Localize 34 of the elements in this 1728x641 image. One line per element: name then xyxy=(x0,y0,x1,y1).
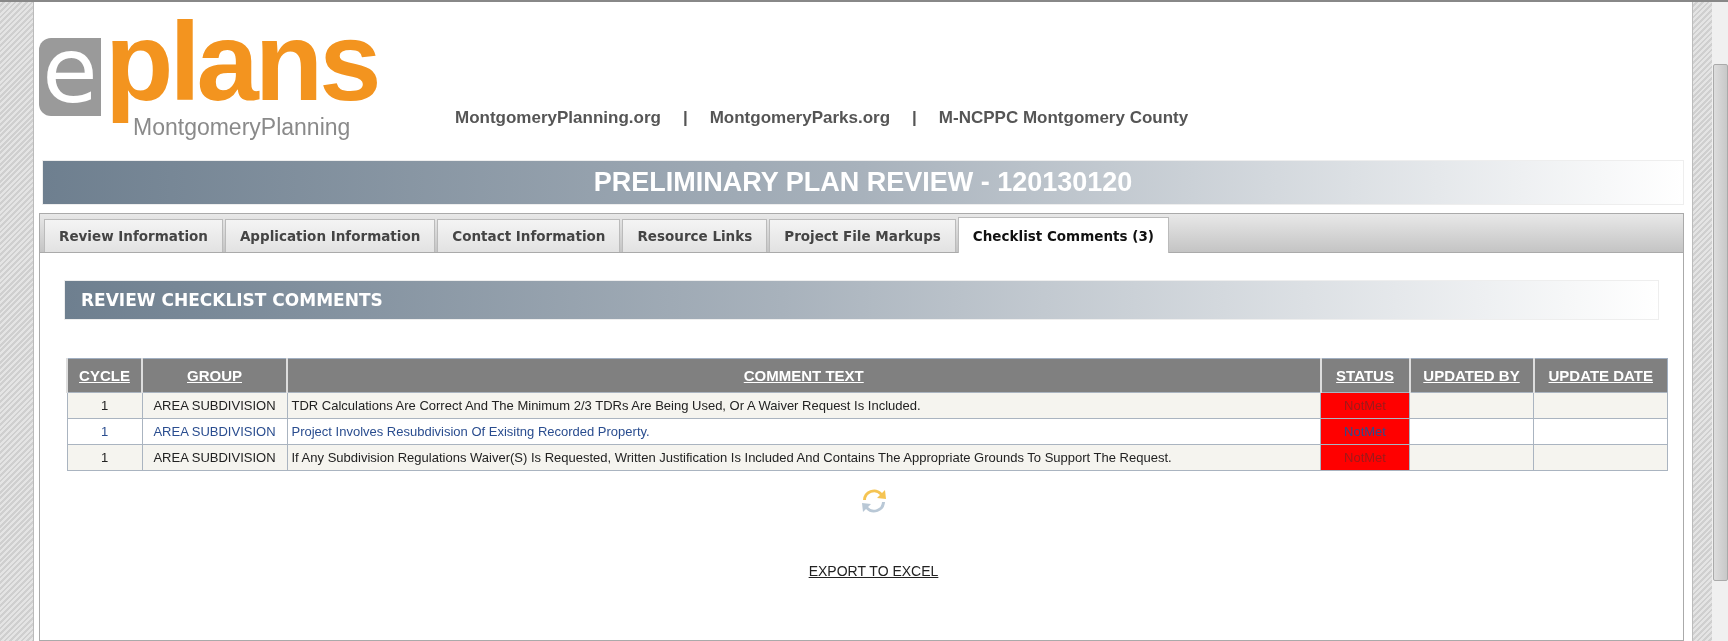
tab[interactable]: Application Information xyxy=(224,219,436,252)
column-header[interactable]: GROUP xyxy=(142,358,287,393)
scrollbar[interactable] xyxy=(1712,2,1728,641)
column-header[interactable]: CYCLE xyxy=(67,358,142,393)
section-header: REVIEW CHECKLIST COMMENTS xyxy=(64,280,1659,320)
status-cell: NotMet xyxy=(1320,418,1410,445)
status-cell: NotMet xyxy=(1320,444,1410,471)
table-cell: TDR Calculations Are Correct And The Minimum 2/3 TDRs Are Being Used, Or A Waiver Request Is Included. xyxy=(287,392,1321,419)
column-header[interactable]: STATUS xyxy=(1320,358,1410,393)
header-link[interactable]: MontgomeryPlanning.org xyxy=(455,108,661,128)
export-link[interactable]: EXPORT TO EXCEL xyxy=(808,563,939,579)
link-separator: | xyxy=(682,108,688,128)
header-link[interactable]: M-NCPPC Montgomery County xyxy=(938,108,1189,128)
column-header[interactable]: UPDATED BY xyxy=(1409,358,1534,393)
table-cell: 1 xyxy=(67,444,142,471)
link-separator: | xyxy=(912,108,917,128)
status-cell: NotMet xyxy=(1320,392,1410,419)
table-cell: 1 xyxy=(67,392,142,419)
table-cell: If Any Subdivision Regulations Waiver(S) Is Requested, Written Justification Is Included And Contains The Appropriate Grounds To Support The Request. xyxy=(287,444,1321,471)
tab[interactable]: Review Information xyxy=(44,219,223,252)
column-header[interactable]: COMMENT TEXT xyxy=(287,358,1321,393)
table-cell: AREA SUBDIVISION xyxy=(142,392,287,419)
tab[interactable]: Checklist Comments (3) xyxy=(957,217,1169,253)
tab[interactable]: Contact Information xyxy=(437,219,621,252)
table-cell: Project Involves Resubdivision Of Exisitng Recorded Property. xyxy=(287,418,1321,445)
table-cell: AREA SUBDIVISION xyxy=(142,444,287,471)
tab[interactable]: Resource Links xyxy=(622,219,768,252)
column-header[interactable]: UPDATE DATE xyxy=(1533,358,1668,393)
eplans-logo: e plans MontgomeryPlanning xyxy=(39,12,419,152)
tab[interactable]: Project File Markups xyxy=(769,219,956,252)
header-link[interactable]: MontgomeryParks.org xyxy=(709,108,891,128)
table-cell: 1 xyxy=(67,418,142,445)
table-cell: AREA SUBDIVISION xyxy=(142,418,287,445)
page-title-bar: PRELIMINARY PLAN REVIEW - 120130120 xyxy=(42,160,1684,205)
